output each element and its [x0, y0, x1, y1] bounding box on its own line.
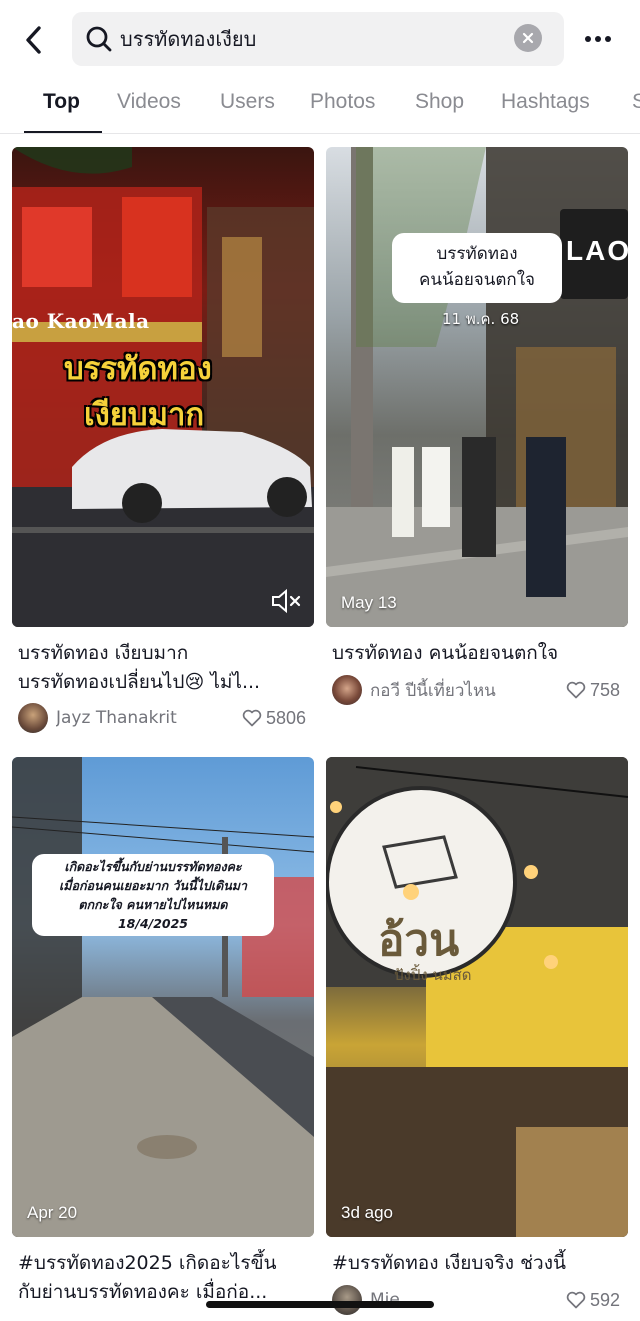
title-line: บรรทัดทอง คนน้อยจนตกใจ [332, 642, 559, 664]
video-card[interactable]: อ้วน ปังปิ้ง นมสด 3d ago #บรรทัดทอง เงีย… [326, 757, 628, 1321]
tab-users[interactable]: Users [220, 90, 275, 114]
search-header [0, 0, 640, 80]
video-thumbnail[interactable]: อ้วน ปังปิ้ง นมสด 3d ago [326, 757, 628, 1237]
caption-subtext: 11 พ.ค. 68 [442, 310, 520, 328]
bubble-line: เกิดอะไรขึ้นกับย่านบรรทัดทองคะ [64, 859, 242, 874]
like-count: 5806 [242, 702, 306, 734]
title-line: #บรรทัดทอง2025 เกิดอะไรขึ้น [18, 1252, 277, 1274]
video-thumbnail[interactable]: LAO บรรทัดทอง คนน้อยจนตกใจ 11 พ.ค. 68 Ma… [326, 147, 628, 627]
video-thumbnail[interactable]: เกิดอะไรขึ้นกับย่านบรรทัดทองคะ เมื่อก่อน… [12, 757, 314, 1237]
active-tab-indicator [24, 131, 102, 133]
video-card[interactable]: เกิดอะไรขึ้นกับย่านบรรทัดทองคะ เมื่อก่อน… [12, 757, 314, 1321]
shop-sign-text: ao KaoMala [12, 309, 150, 333]
avatar[interactable] [332, 1285, 362, 1315]
caption-bubble: เกิดอะไรขึ้นกับย่านบรรทัดทองคะ เมื่อก่อน… [32, 854, 274, 936]
dot-icon [595, 36, 601, 42]
date-badge: 3d ago [341, 1203, 393, 1222]
overlay-caption-line1: บรรทัดทอง [64, 351, 212, 387]
shop-sign-subtext: ปังปิ้ง นมสด [394, 966, 472, 984]
home-indicator[interactable] [206, 1301, 434, 1308]
avatar[interactable] [332, 675, 362, 705]
dot-icon [605, 36, 611, 42]
tab-overflow[interactable]: S [632, 90, 640, 114]
tab-videos[interactable]: Videos [117, 90, 181, 114]
chevron-left-icon [26, 26, 41, 54]
tab-photos[interactable]: Photos [310, 90, 375, 114]
bubble-line: 18/4/2025 [117, 916, 188, 931]
heart-icon [566, 681, 586, 699]
video-title[interactable]: #บรรทัดทอง เงียบจริง ช่วงนี้ [332, 1249, 624, 1281]
tab-hashtags[interactable]: Hashtags [501, 90, 590, 114]
date-badge: May 13 [341, 593, 397, 612]
like-count: 758 [566, 674, 620, 706]
search-bar[interactable] [72, 12, 564, 66]
search-icon [84, 24, 114, 54]
close-icon [522, 32, 534, 44]
caption-bubble: บรรทัดทอง คนน้อยจนตกใจ [392, 233, 562, 303]
title-line: บรรทัดทอง เงียบมาก [18, 642, 189, 664]
sidewalk-scene-image [326, 147, 628, 627]
video-title[interactable]: บรรทัดทอง คนน้อยจนตกใจ [332, 639, 624, 671]
search-tabs: Top Videos Users Photos Shop Hashtags S [0, 80, 640, 134]
likes-value: 758 [589, 679, 620, 700]
author-name[interactable]: กอวี ปีนี้เที่ยวไหน [370, 677, 496, 704]
overlay-caption-line2: เงียบมาก [84, 397, 205, 433]
likes-value: 5806 [265, 707, 306, 728]
bubble-line: คนน้อยจนตกใจ [419, 270, 535, 290]
title-line: #บรรทัดทอง เงียบจริง ช่วงนี้ [332, 1252, 566, 1274]
video-meta: Jayz Thanakrit 5806 [18, 702, 306, 734]
title-line: บรรทัดทองเปลี่ยนไป😢 ไม่ไ... [18, 671, 261, 693]
video-title[interactable]: #บรรทัดทอง2025 เกิดอะไรขึ้น กับย่านบรรทั… [18, 1249, 310, 1309]
video-meta: กอวี ปีนี้เที่ยวไหน 758 [332, 674, 620, 706]
more-options-button[interactable] [578, 22, 618, 56]
bubble-line: เมื่อก่อนคนเยอะมาก วันนี้ไปเดินมา [58, 878, 248, 893]
back-button[interactable] [14, 20, 54, 60]
tab-top[interactable]: Top [43, 90, 80, 114]
clear-search-button[interactable] [514, 24, 542, 52]
author-name[interactable]: Jayz Thanakrit [56, 708, 177, 728]
video-meta: Mie 592 [332, 1284, 620, 1316]
bubble-line: บรรทัดทอง [436, 244, 518, 264]
shop-sign-text: LAO [566, 235, 628, 266]
heart-icon [566, 1291, 586, 1309]
like-count: 592 [566, 1284, 620, 1316]
likes-value: 592 [589, 1289, 620, 1310]
dot-icon [585, 36, 591, 42]
tab-shop[interactable]: Shop [415, 90, 464, 114]
video-thumbnail[interactable]: ao KaoMala บรรทัดทอง เงียบมาก [12, 147, 314, 627]
empty-street-image [12, 757, 314, 1237]
search-input[interactable] [120, 19, 500, 59]
video-title[interactable]: บรรทัดทอง เงียบมาก บรรทัดทองเปลี่ยนไป😢 ไ… [18, 639, 310, 699]
bubble-line: ตกกะใจ คนหายไปไหนหมด [78, 897, 228, 912]
heart-icon [242, 709, 262, 727]
date-badge: Apr 20 [27, 1203, 78, 1222]
video-card[interactable]: LAO บรรทัดทอง คนน้อยจนตกใจ 11 พ.ค. 68 Ma… [326, 147, 628, 737]
bakery-storefront-image [326, 757, 628, 1237]
mute-icon[interactable] [270, 587, 302, 615]
video-card[interactable]: ao KaoMala บรรทัดทอง เงียบมาก บรรทัดทอง … [12, 147, 314, 737]
avatar[interactable] [18, 703, 48, 733]
